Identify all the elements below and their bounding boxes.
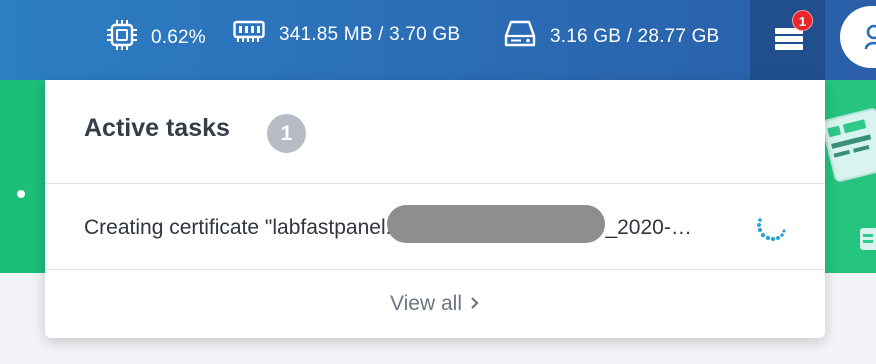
- dropdown-title: Active tasks: [84, 114, 230, 142]
- disk-usage-value: 3.16 GB / 28.77 GB: [550, 26, 720, 47]
- memory-icon: [233, 20, 265, 50]
- view-all-label: View all: [390, 292, 462, 315]
- redacted-domain: [387, 205, 606, 244]
- task-count-badge: 1: [267, 114, 306, 153]
- cpu-stat: 0.62%: [107, 20, 206, 56]
- view-all-link[interactable]: View all: [45, 270, 825, 338]
- task-text-end: _2020-…: [605, 216, 692, 239]
- active-tasks-button[interactable]: 1: [750, 0, 825, 80]
- cpu-usage-value: 0.62%: [151, 27, 206, 48]
- task-description: Creating certificate "labfastpanel. _2020…: [84, 205, 692, 244]
- disk-icon: [504, 20, 536, 54]
- top-bar: 0.62% 341.85 MB / 3.70 GB 3.16 GB / 28.7…: [0, 0, 876, 80]
- dropdown-header: Active tasks 1: [45, 80, 825, 184]
- server-stack-icon: [774, 27, 804, 56]
- memory-usage-value: 341.85 MB / 3.70 GB: [279, 24, 461, 45]
- loading-spinner-icon: [751, 212, 791, 257]
- task-item[interactable]: Creating certificate "labfastpanel. _2020…: [45, 184, 825, 270]
- user-icon: [864, 24, 876, 55]
- user-menu-button[interactable]: [840, 6, 876, 68]
- cpu-icon: [107, 20, 137, 56]
- chevron-right-icon: [470, 292, 480, 316]
- tasks-notification-badge: 1: [792, 10, 813, 31]
- task-text-start: Creating certificate "labfastpanel.: [84, 216, 392, 239]
- small-card-illustration-icon: [858, 226, 876, 257]
- memory-stat: 341.85 MB / 3.70 GB: [233, 20, 460, 50]
- carousel-dot[interactable]: [17, 190, 25, 198]
- active-tasks-dropdown: Active tasks 1 Creating certificate "lab…: [45, 80, 825, 338]
- certificate-card-illustration-icon: [821, 105, 876, 190]
- disk-stat: 3.16 GB / 28.77 GB: [504, 20, 719, 54]
